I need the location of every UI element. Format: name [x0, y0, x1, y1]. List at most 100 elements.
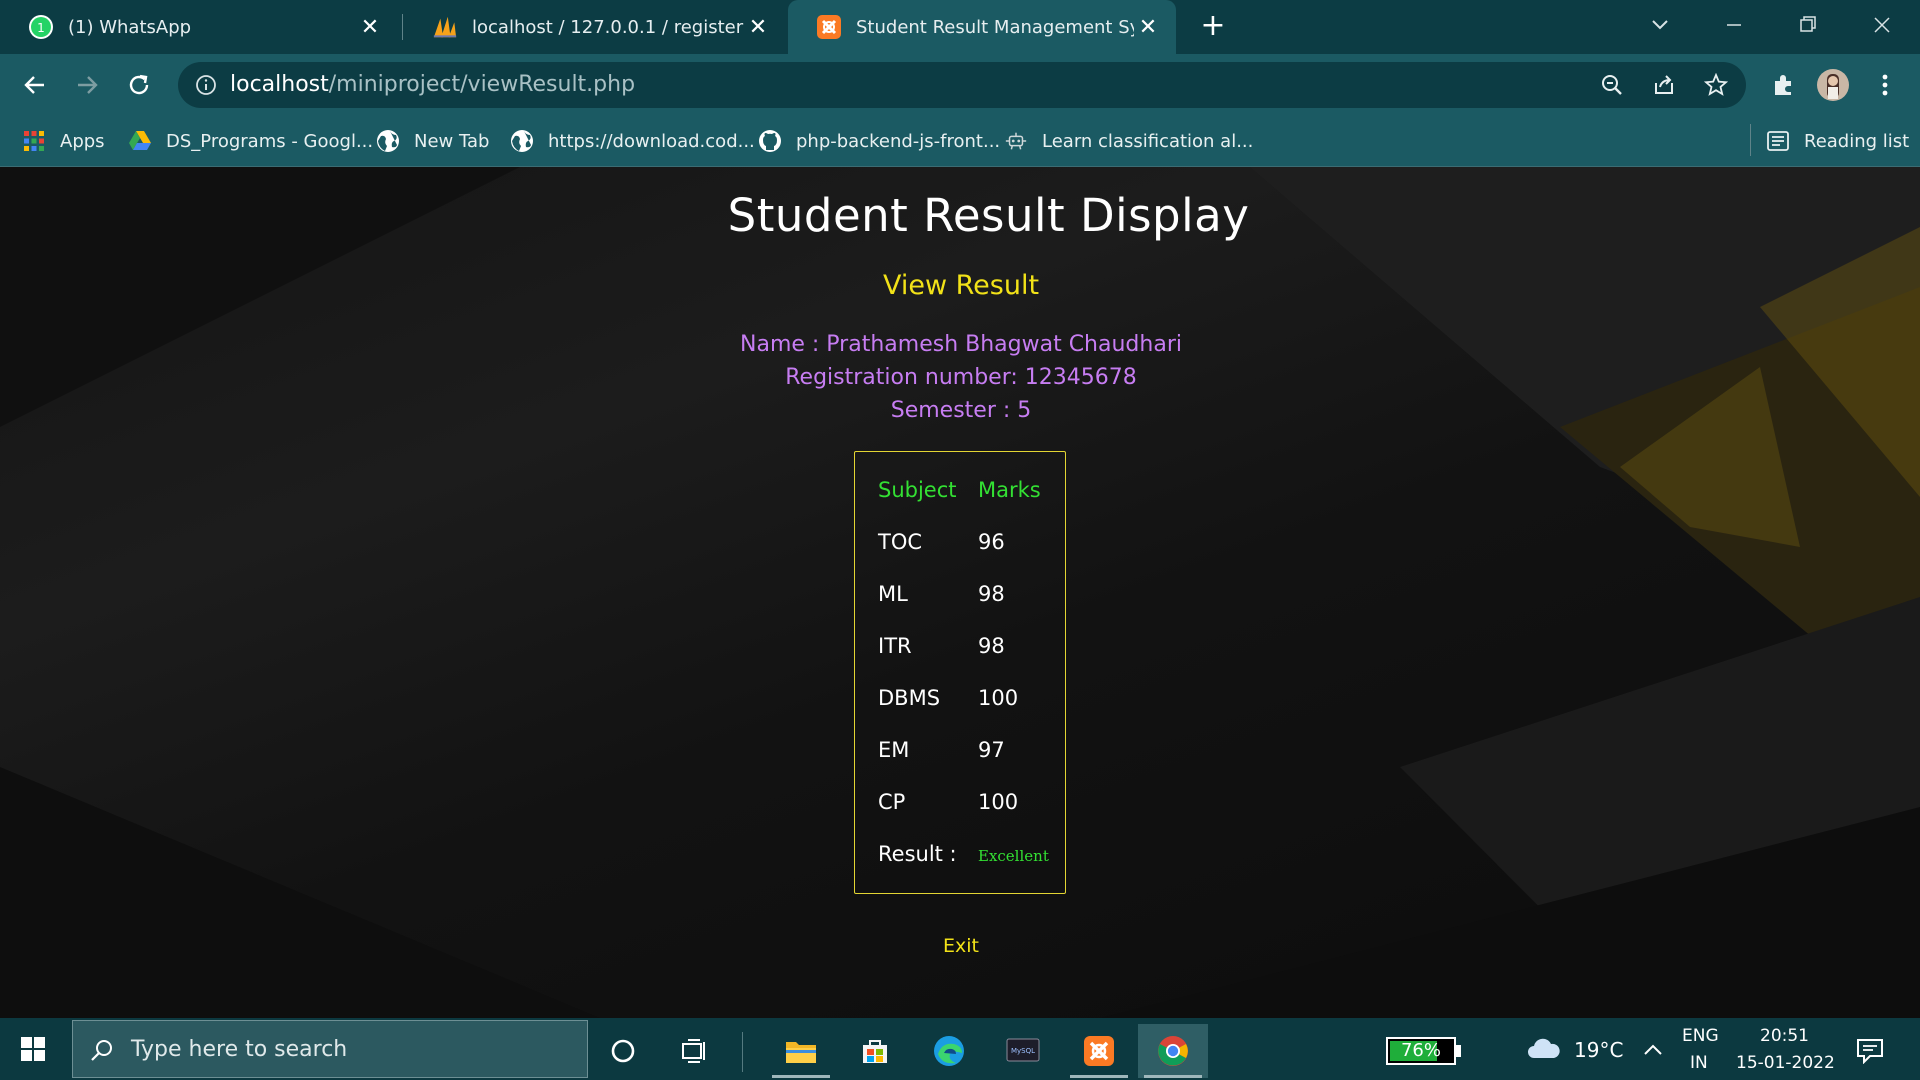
- tab-strip: 1 (1) WhatsApp ✕ localhost / 127.0.0.1 /…: [0, 0, 1920, 54]
- divider: [1750, 124, 1751, 156]
- share-icon[interactable]: [1650, 71, 1678, 99]
- edge-icon[interactable]: [914, 1024, 984, 1078]
- battery-indicator[interactable]: 76%: [1386, 1036, 1462, 1066]
- file-explorer-icon[interactable]: [766, 1024, 836, 1078]
- clock-time[interactable]: 20:51: [1760, 1026, 1809, 1046]
- result-table: Subject Marks TOC 96 ML 98 ITR 98 DBMS 1…: [854, 451, 1066, 894]
- marks-cell: 100: [978, 790, 1019, 814]
- forward-icon[interactable]: [70, 68, 104, 102]
- marks-cell: 98: [978, 634, 1005, 658]
- globe-icon: [510, 129, 534, 153]
- student-name: Name : Prathamesh Bhagwat Chaudhari: [740, 332, 1182, 357]
- bookmark-label: Apps: [60, 130, 105, 152]
- bookmark-github[interactable]: php-backend-js-front...: [758, 116, 1000, 166]
- restore-icon[interactable]: [1788, 10, 1828, 40]
- tab-title: (1) WhatsApp: [68, 16, 192, 38]
- subject-cell: ITR: [878, 634, 912, 658]
- subject-cell: ML: [878, 582, 908, 606]
- bookmark-download[interactable]: https://download.cod...: [510, 116, 755, 166]
- github-icon: [758, 129, 782, 153]
- menu-icon[interactable]: [1868, 68, 1902, 102]
- globe-icon: [376, 129, 400, 153]
- windows-start-icon[interactable]: [20, 1036, 46, 1062]
- weather-temperature[interactable]: 19°C: [1574, 1038, 1623, 1062]
- microsoft-store-icon[interactable]: [840, 1024, 910, 1078]
- xampp-icon: [816, 14, 842, 40]
- url-text[interactable]: localhost/miniproject/viewResult.php: [230, 62, 635, 108]
- clock-date: 15-01-2022: [1736, 1053, 1835, 1073]
- active-indicator: [1144, 1075, 1202, 1078]
- semester: Semester : 5: [890, 398, 1032, 423]
- active-indicator: [1070, 1075, 1128, 1078]
- phpmyadmin-icon: [432, 14, 458, 40]
- google-drive-icon: [128, 129, 152, 153]
- tab-title: localhost / 127.0.0.1 / register | phpMy…: [472, 16, 744, 38]
- reading-list-button[interactable]: Reading list: [1766, 116, 1909, 166]
- reading-list-label: Reading list: [1804, 130, 1910, 152]
- svg-text:MySQL: MySQL: [1011, 1047, 1035, 1055]
- mysql-workbench-icon[interactable]: MySQL: [988, 1024, 1058, 1078]
- marks-cell: 96: [978, 530, 1005, 554]
- marks-cell: 98: [978, 582, 1005, 606]
- cortana-icon[interactable]: [588, 1024, 658, 1078]
- subject-cell: CP: [878, 790, 906, 814]
- url-host: localhost: [230, 72, 329, 97]
- weather-cloud-icon[interactable]: [1526, 1036, 1562, 1062]
- address-bar[interactable]: localhost/miniproject/viewResult.php: [178, 62, 1746, 108]
- page-content: Student Result Display View Result Name …: [0, 167, 1920, 1018]
- region-indicator: IN: [1690, 1053, 1708, 1073]
- bookmark-label: New Tab: [414, 130, 490, 152]
- active-indicator: [772, 1075, 830, 1078]
- bookmark-apps[interactable]: Apps: [22, 116, 105, 166]
- close-icon[interactable]: ✕: [356, 13, 384, 41]
- new-tab-icon[interactable]: +: [1198, 11, 1228, 42]
- subject-header: Subject: [878, 478, 957, 502]
- registration-number: Registration number: 12345678: [785, 365, 1137, 390]
- battery-percent: 76%: [1400, 1040, 1441, 1061]
- bookmarks-bar: Apps DS_Programs - Googl... New Tab http…: [0, 116, 1920, 167]
- whatsapp-icon: 1: [28, 14, 54, 40]
- search-icon: [89, 1037, 115, 1063]
- bookmark-label: Learn classification al...: [1042, 130, 1254, 152]
- bookmark-label: https://download.cod...: [548, 130, 755, 152]
- site-info-icon[interactable]: [192, 71, 220, 99]
- marks-cell: 100: [978, 686, 1019, 710]
- marks-header: Marks: [978, 478, 1041, 502]
- notification-icon[interactable]: [1856, 1038, 1884, 1065]
- minimize-icon[interactable]: [1714, 10, 1754, 40]
- reload-icon[interactable]: [122, 68, 156, 102]
- tab-title: Student Result Management System: [856, 16, 1134, 38]
- chevron-up-icon[interactable]: [1642, 1040, 1664, 1060]
- view-result-heading: View Result: [882, 270, 1040, 301]
- svg-text:1: 1: [37, 21, 45, 35]
- tab-whatsapp[interactable]: 1 (1) WhatsApp ✕: [0, 0, 398, 54]
- bookmark-star-icon[interactable]: [1702, 71, 1730, 99]
- marks-cell: 97: [978, 738, 1005, 762]
- avatar[interactable]: [1816, 68, 1850, 102]
- xampp-taskbar-icon[interactable]: [1064, 1024, 1134, 1078]
- search-placeholder: Type here to search: [131, 1037, 348, 1062]
- tab-separator: [402, 14, 403, 40]
- bookmark-learn-classification[interactable]: Learn classification al...: [1004, 116, 1253, 166]
- extensions-icon[interactable]: [1766, 68, 1800, 102]
- taskbar-search-input[interactable]: Type here to search: [72, 1020, 588, 1078]
- task-view-icon[interactable]: [660, 1024, 730, 1078]
- tab-phpmyadmin[interactable]: localhost / 127.0.0.1 / register | phpMy…: [404, 0, 786, 54]
- tab-student-result[interactable]: Student Result Management System ✕: [788, 0, 1176, 54]
- bookmark-new-tab[interactable]: New Tab: [376, 116, 489, 166]
- url-path: /miniproject/viewResult.php: [328, 72, 636, 97]
- close-icon[interactable]: ✕: [744, 13, 772, 41]
- bookmark-label: php-backend-js-front...: [796, 130, 1001, 152]
- chrome-icon[interactable]: [1138, 1024, 1208, 1078]
- close-icon[interactable]: ✕: [1134, 13, 1162, 41]
- subject-cell: EM: [878, 738, 910, 762]
- exit-link[interactable]: Exit: [0, 935, 1920, 957]
- back-icon[interactable]: [18, 68, 52, 102]
- bookmark-label: DS_Programs - Googl...: [166, 130, 374, 152]
- zoom-icon[interactable]: [1598, 71, 1626, 99]
- result-grade: Excellent: [978, 847, 1049, 865]
- close-window-icon[interactable]: [1862, 10, 1902, 40]
- tab-search-icon[interactable]: [1640, 10, 1680, 40]
- bookmark-ds-programs[interactable]: DS_Programs - Googl...: [128, 116, 373, 166]
- language-indicator[interactable]: ENG: [1682, 1026, 1719, 1046]
